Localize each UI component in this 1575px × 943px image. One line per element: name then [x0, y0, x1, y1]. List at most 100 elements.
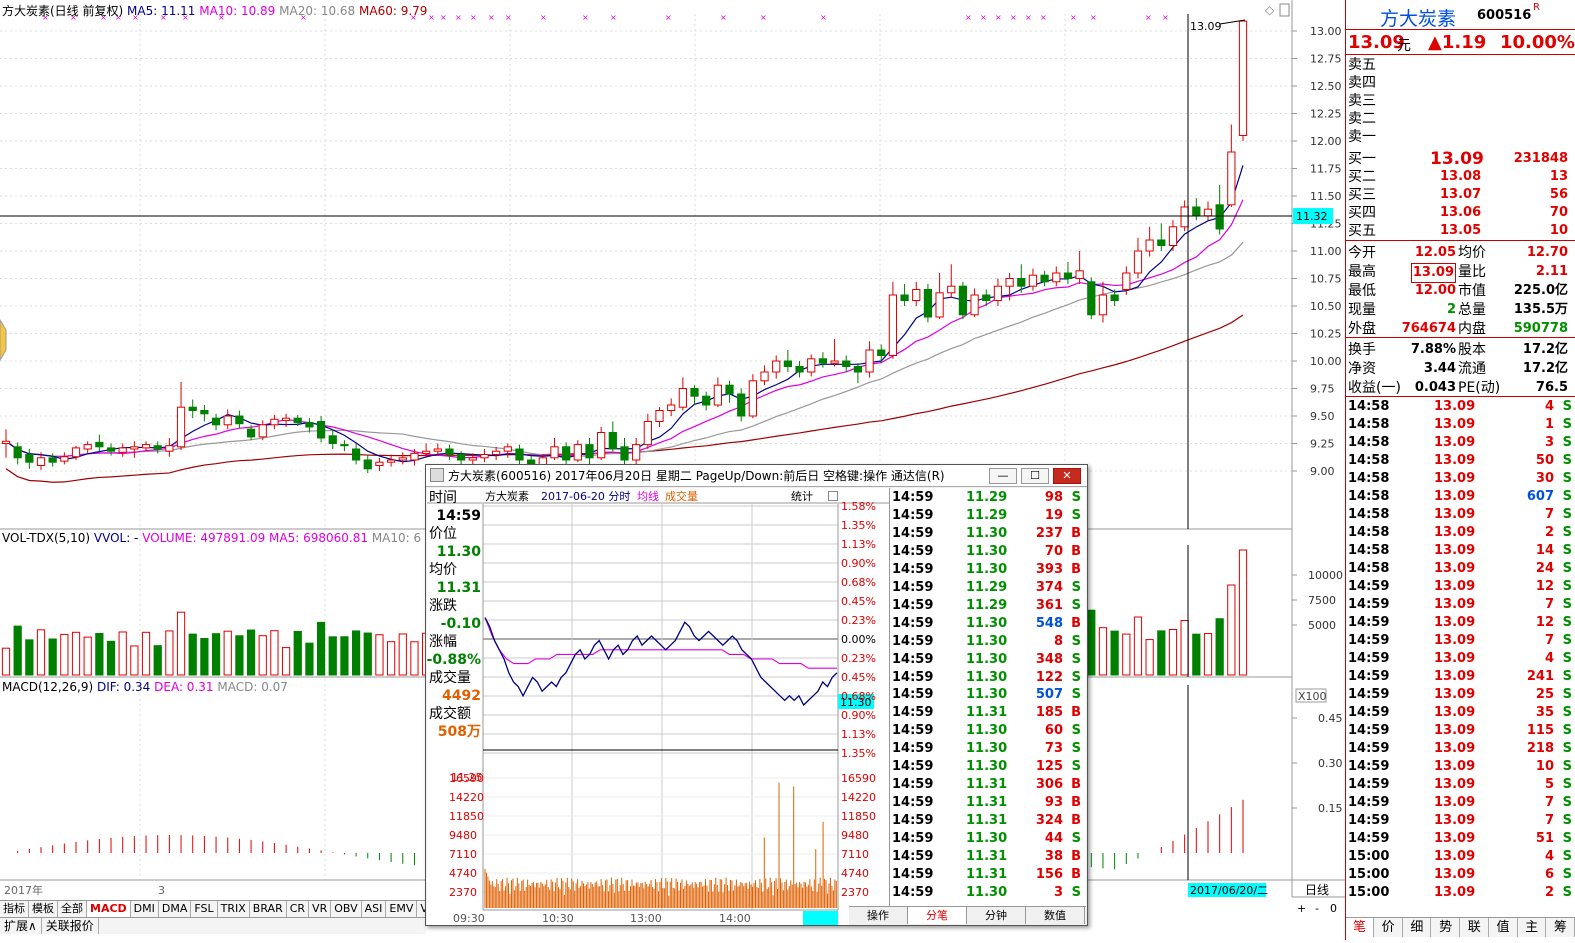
- tick-row[interactable]: 14:59 13.09 5 S: [1346, 776, 1575, 794]
- sell-row[interactable]: 卖四: [1346, 74, 1575, 92]
- buy-row[interactable]: 买一 13.09 231848: [1346, 150, 1575, 168]
- maximize-button[interactable]: ☐: [1021, 468, 1049, 484]
- tick-row[interactable]: 14:58 13.09 607 S: [1346, 488, 1575, 506]
- tick-row[interactable]: 14:58 13.09 7 S: [1346, 506, 1575, 524]
- zoom-out-button[interactable]: -: [1315, 902, 1319, 915]
- diamond-icon[interactable]: ◇: [1265, 3, 1275, 17]
- intraday-tab[interactable]: 数值: [1026, 907, 1085, 924]
- intraday-tick-row[interactable]: 14:59 11.29 374 S: [890, 579, 1086, 597]
- quote-tab[interactable]: 联: [1461, 918, 1489, 937]
- intraday-tick-row[interactable]: 14:59 11.31 38 B: [890, 848, 1086, 866]
- intraday-tick-row[interactable]: 14:59 11.30 393 B: [890, 561, 1086, 579]
- zoom-in-button[interactable]: +: [1297, 902, 1306, 915]
- intraday-tab[interactable]: 分笔: [908, 907, 967, 924]
- panel-toggle-icon[interactable]: [1279, 3, 1290, 17]
- tick-row[interactable]: 14:58 13.09 30 S: [1346, 470, 1575, 488]
- intraday-tick-row[interactable]: 14:59 11.30 125 S: [890, 758, 1086, 776]
- tick-row[interactable]: 14:58 13.09 3 S: [1346, 434, 1575, 452]
- tick-row[interactable]: 14:59 13.09 218 S: [1346, 740, 1575, 758]
- indicator-tab[interactable]: MACD: [87, 901, 131, 917]
- intraday-tab[interactable]: 分钟: [967, 907, 1026, 924]
- intraday-tick-row[interactable]: 14:59 11.30 548 B: [890, 615, 1086, 633]
- tick-row[interactable]: 14:58 13.09 24 S: [1346, 560, 1575, 578]
- indicator-tab[interactable]: TRIX: [218, 901, 250, 917]
- sell-row[interactable]: 卖二: [1346, 110, 1575, 128]
- intraday-tick-row[interactable]: 14:59 11.29 98 S: [890, 489, 1086, 507]
- quote-tab[interactable]: 主: [1518, 918, 1547, 937]
- intraday-tick-row[interactable]: 14:59 11.31 185 B: [890, 704, 1086, 722]
- quote-tab[interactable]: 值: [1490, 918, 1518, 937]
- indicator-tab[interactable]: BRAR: [250, 901, 287, 917]
- tick-list[interactable]: 14:58 13.09 4 S 14:58 13.09 1 S 14:58 13.09 3 S 14:5…: [1346, 398, 1575, 916]
- intraday-tick-row[interactable]: 14:59 11.31 156 B: [890, 866, 1086, 884]
- period-label[interactable]: 日线: [1305, 883, 1329, 897]
- buy-row[interactable]: 买五 13.05 10: [1346, 222, 1575, 240]
- tick-row[interactable]: 14:59 13.09 7 S: [1346, 794, 1575, 812]
- intraday-tick-row[interactable]: 14:59 11.29 361 S: [890, 597, 1086, 615]
- indicator-tab[interactable]: OBV: [331, 901, 362, 917]
- indicator-tab[interactable]: 模板: [29, 901, 58, 917]
- intraday-tab[interactable]: 操作: [849, 907, 908, 924]
- quote-tab[interactable]: 笔: [1346, 918, 1374, 937]
- sell-row[interactable]: 卖三: [1346, 92, 1575, 110]
- footer-tab[interactable]: 扩展∧: [0, 918, 42, 934]
- quote-tab[interactable]: 细: [1403, 918, 1432, 937]
- intraday-window[interactable]: 方大炭素(600516) 2017年06月20日 星期二 PageUp/Down…: [425, 464, 1088, 926]
- stats-toggle-icon[interactable]: [828, 491, 838, 501]
- zoom-reset-button[interactable]: 0: [1330, 902, 1337, 915]
- left-marker-icon[interactable]: [0, 319, 7, 361]
- tick-row[interactable]: 14:58 13.09 50 S: [1346, 452, 1575, 470]
- quote-tab[interactable]: 势: [1432, 918, 1461, 937]
- tick-row[interactable]: 14:59 13.09 35 S: [1346, 704, 1575, 722]
- avg-line-label[interactable]: 均线: [637, 489, 659, 505]
- quote-tab[interactable]: 筹: [1547, 918, 1575, 937]
- intraday-tick-row[interactable]: 14:59 11.30 237 B: [890, 525, 1086, 543]
- tick-row[interactable]: 14:59 13.09 51 S: [1346, 830, 1575, 848]
- indicator-tab[interactable]: CR: [287, 901, 310, 917]
- tick-row[interactable]: 14:59 13.09 7 S: [1346, 812, 1575, 830]
- intraday-chart[interactable]: 11.30 1.58% 1.35% 1.13% 0.90% 0.68% 0.45% 0.23…: [427, 488, 889, 925]
- tick-row[interactable]: 14:58 13.09 1 S: [1346, 416, 1575, 434]
- quote-tab[interactable]: 价: [1375, 918, 1403, 937]
- tick-row[interactable]: 15:00 13.09 2 S: [1346, 884, 1575, 902]
- intraday-tick-row[interactable]: 14:59 11.30 122 S: [890, 669, 1086, 687]
- stats-button[interactable]: 统计: [791, 489, 813, 505]
- close-button[interactable]: ✕: [1053, 468, 1081, 484]
- intraday-tick-row[interactable]: 14:59 11.30 8 S: [890, 633, 1086, 651]
- minimize-button[interactable]: —: [989, 468, 1017, 484]
- intraday-tick-row[interactable]: 14:59 11.30 73 S: [890, 740, 1086, 758]
- intraday-tick-list[interactable]: 14:59 11.29 98 S 14:59 11.29 19 S 14:59 11.30 237 B…: [889, 488, 1086, 906]
- intraday-tick-row[interactable]: 14:59 11.31 324 B: [890, 812, 1086, 830]
- indicator-tab[interactable]: 指标: [0, 901, 29, 917]
- footer-tab[interactable]: 关联报价: [42, 918, 99, 934]
- intraday-tick-row[interactable]: 14:59 11.30 3 S: [890, 884, 1086, 902]
- intraday-window-titlebar[interactable]: 方大炭素(600516) 2017年06月20日 星期二 PageUp/Down…: [426, 465, 1087, 487]
- intraday-tick-row[interactable]: 14:59 11.30 70 B: [890, 543, 1086, 561]
- buy-row[interactable]: 买四 13.06 70: [1346, 204, 1575, 222]
- buy-row[interactable]: 买三 13.07 56: [1346, 186, 1575, 204]
- intraday-tick-row[interactable]: 14:59 11.30 348 S: [890, 651, 1086, 669]
- indicator-tab[interactable]: EMV: [386, 901, 418, 917]
- tick-row[interactable]: 14:59 13.09 10 S: [1346, 758, 1575, 776]
- intraday-vol-label[interactable]: 成交量: [665, 489, 698, 505]
- indicator-tab[interactable]: ASI: [362, 901, 387, 917]
- intraday-tick-row[interactable]: 14:59 11.29 19 S: [890, 507, 1086, 525]
- intraday-tick-row[interactable]: 14:59 11.30 507 S: [890, 686, 1086, 704]
- tick-row[interactable]: 14:59 13.09 12 S: [1346, 578, 1575, 596]
- tick-row[interactable]: 15:00 13.09 4 S: [1346, 848, 1575, 866]
- tick-row[interactable]: 15:00 13.09 6 S: [1346, 866, 1575, 884]
- indicator-tab[interactable]: DMA: [159, 901, 192, 917]
- intraday-tick-row[interactable]: 14:59 11.31 306 B: [890, 776, 1086, 794]
- indicator-tab[interactable]: DMI: [131, 901, 159, 917]
- sell-row[interactable]: 卖五: [1346, 56, 1575, 74]
- tick-row[interactable]: 14:59 13.09 7 S: [1346, 632, 1575, 650]
- tick-row[interactable]: 14:59 13.09 4 S: [1346, 650, 1575, 668]
- indicator-tab[interactable]: 全部: [58, 901, 87, 917]
- intraday-tick-row[interactable]: 14:59 11.31 93 B: [890, 794, 1086, 812]
- indicator-tab[interactable]: FSL: [191, 901, 218, 917]
- sell-row[interactable]: 卖一: [1346, 128, 1575, 146]
- buy-row[interactable]: 买二 13.08 13: [1346, 168, 1575, 186]
- intraday-tick-row[interactable]: 14:59 11.30 44 S: [890, 830, 1086, 848]
- tick-row[interactable]: 14:59 13.09 241 S: [1346, 668, 1575, 686]
- tick-row[interactable]: 14:59 13.09 115 S: [1346, 722, 1575, 740]
